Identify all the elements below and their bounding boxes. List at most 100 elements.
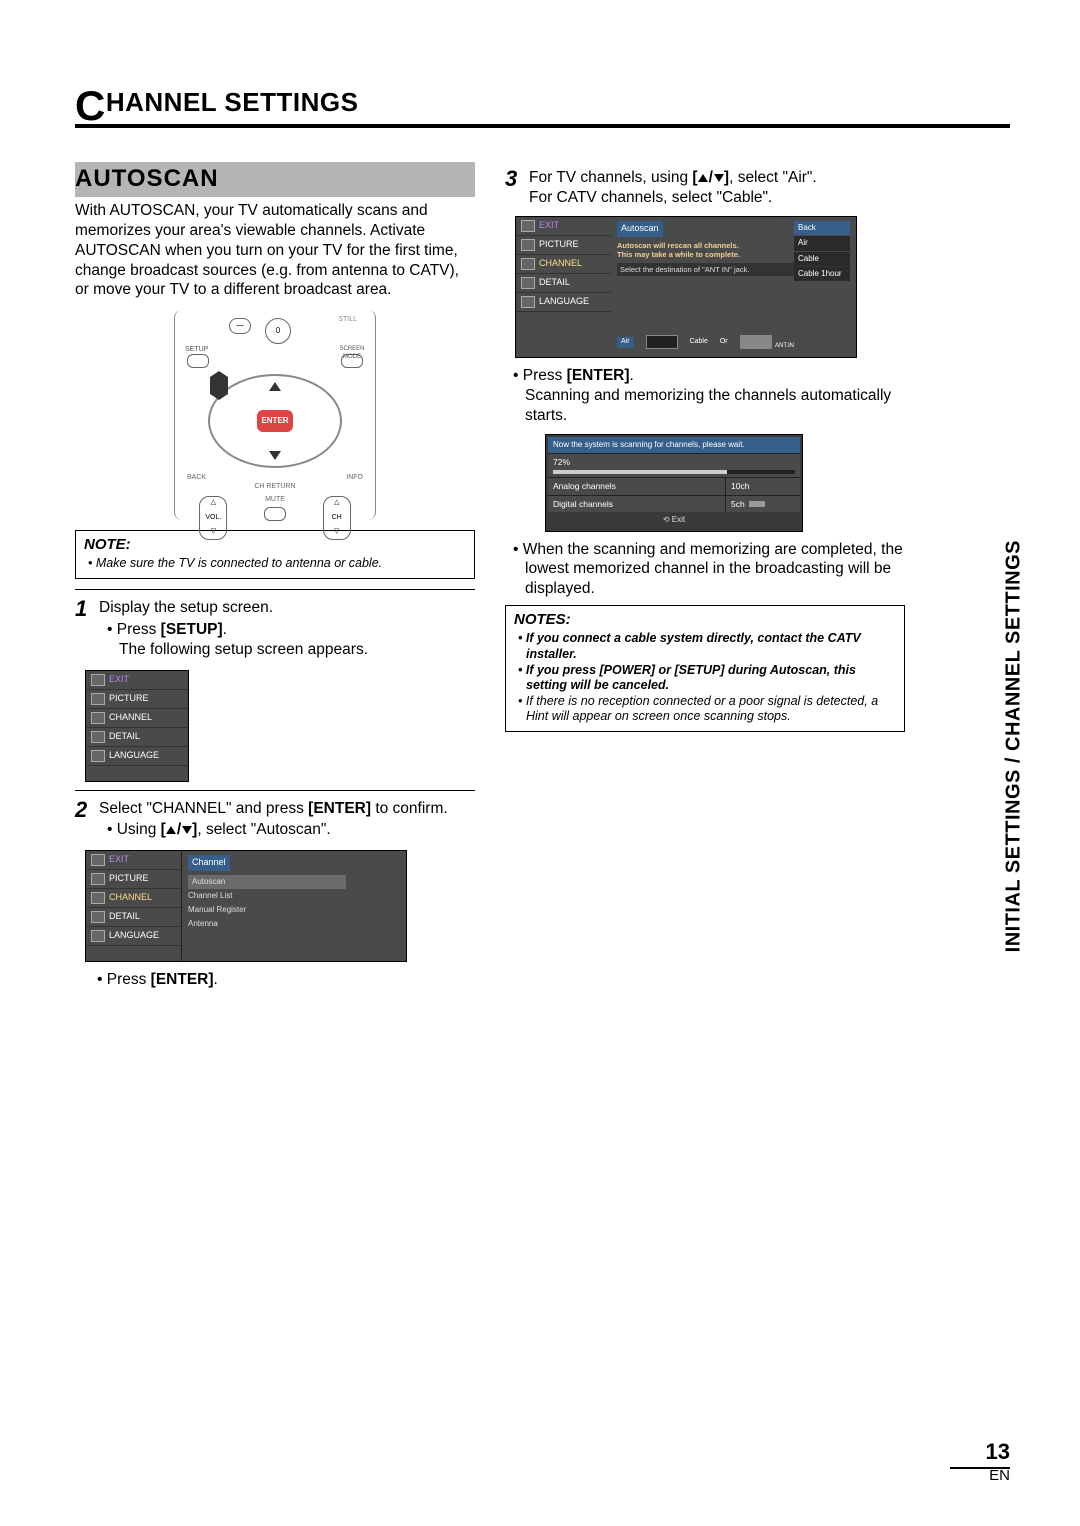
note1-item: Make sure the TV is connected to antenna… — [88, 556, 466, 572]
ant-in-box — [740, 335, 772, 349]
step1-bullet: Press [SETUP]. The following setup scree… — [119, 620, 475, 660]
detail-icon — [91, 731, 105, 743]
remote-digit-0: 0 — [265, 318, 291, 344]
osd-scanning-screen: Now the system is scanning for channels,… — [545, 434, 803, 532]
remote-dash-button: — — [229, 318, 251, 334]
page-footer: 13 EN — [950, 1439, 1010, 1484]
osd-detail: DETAIL — [86, 728, 188, 747]
step3-bullet2: When the scanning and memorizing are com… — [525, 540, 905, 599]
osd-antenna-item: Antenna — [188, 917, 400, 931]
scan-analog-val: 10ch — [725, 478, 800, 495]
signal-bar-icon — [749, 501, 765, 507]
exit-icon — [521, 220, 535, 232]
dpad-up-icon — [269, 382, 281, 391]
remote-diagram: STILL — 0 SETUP SCREEN MODE — [174, 310, 376, 520]
remote-dpad: ENTER — [208, 374, 342, 468]
exit-icon — [91, 854, 105, 866]
down-icon — [182, 826, 192, 834]
page-number: 13 — [986, 1439, 1010, 1464]
language-icon — [91, 930, 105, 942]
step-3-num: 3 — [505, 168, 521, 208]
picture-icon — [91, 693, 105, 705]
note-box-2: NOTES: If you connect a cable system dir… — [505, 605, 905, 732]
remote-ch-rocker: △CH▽ — [323, 496, 351, 540]
autoscan-opt-cable1h: Cable 1hour — [794, 267, 850, 281]
osd-channel-title: Channel — [188, 855, 230, 871]
notes2-item2: If there is no reception connected or a … — [518, 694, 896, 725]
dpad-left-icon — [210, 371, 219, 400]
down-icon — [714, 174, 724, 182]
dpad-right-icon — [219, 371, 228, 400]
channel-icon — [91, 712, 105, 724]
osd-channel: CHANNEL — [86, 709, 188, 728]
step-3: 3 For TV channels, using [/], select "Ai… — [505, 168, 905, 208]
step1-line1: Display the setup screen. — [99, 599, 273, 616]
remote-screenmode-label: SCREEN MODE — [335, 346, 369, 361]
scan-digital-val: 5ch — [725, 496, 800, 513]
left-column: AUTOSCAN With AUTOSCAN, your TV automati… — [75, 162, 475, 992]
picture-icon — [521, 239, 535, 251]
step3-bullet1: Press [ENTER]. Scanning and memorizing t… — [525, 366, 905, 425]
osd-autoscan-screen: EXIT PICTURE CHANNEL DETAIL LANGUAGE Aut… — [515, 216, 857, 358]
osd-manualreg-item: Manual Register — [188, 903, 400, 917]
remote-back-label: BACK — [187, 474, 206, 483]
page-title: CHANNEL SETTINGS — [75, 87, 1010, 128]
notes2-item1: If you press [POWER] or [SETUP] during A… — [518, 663, 896, 694]
step-2-num: 2 — [75, 799, 91, 843]
scan-digital-label: Digital channels — [548, 496, 725, 513]
detail-icon — [521, 277, 535, 289]
remote-enter-button: ENTER — [257, 410, 293, 432]
scan-analog-label: Analog channels — [548, 478, 725, 495]
autoscan-opt-air: Air — [794, 236, 850, 250]
step-1: 1 Display the setup screen. Press [SETUP… — [75, 598, 475, 661]
osd-language: LANGUAGE — [86, 747, 188, 766]
remote-vol-rocker: △VOL.▽ — [199, 496, 227, 540]
remote-mute-label: MUTE — [265, 496, 285, 505]
autoscan-opt-cable: Cable — [794, 252, 850, 266]
osd-autoscan-item: Autoscan — [188, 875, 346, 889]
notes2-title: NOTES: — [514, 610, 896, 629]
detail-icon — [91, 911, 105, 923]
step-2: 2 Select "CHANNEL" and press [ENTER] to … — [75, 799, 475, 843]
remote-info-label: INFO — [346, 474, 363, 483]
step-1-num: 1 — [75, 598, 91, 661]
remote-setup-button — [187, 354, 209, 368]
ant-air-box — [646, 335, 678, 349]
intro-text: With AUTOSCAN, your TV automatically sca… — [75, 201, 475, 300]
scan-msg: Now the system is scanning for channels,… — [548, 437, 800, 453]
step2-line1: Select "CHANNEL" and press [ENTER] to co… — [99, 800, 448, 817]
osd-channellist-item: Channel List — [188, 889, 400, 903]
step2-bullet2: Press [ENTER]. — [109, 970, 475, 990]
title-rest: HANNEL SETTINGS — [106, 87, 359, 117]
section-heading: AUTOSCAN — [75, 162, 475, 197]
remote-setup-label: SETUP — [185, 346, 208, 355]
step2-bullet1: Using [/], select "Autoscan". — [119, 820, 475, 840]
osd-exit: EXIT — [86, 671, 188, 690]
up-icon — [166, 826, 176, 834]
osd-channel-menu: EXIT PICTURE CHANNEL DETAIL LANGUAGE Cha… — [85, 850, 407, 962]
channel-icon — [91, 892, 105, 904]
step3-line2: For CATV channels, select "Cable". — [529, 189, 772, 206]
scan-exit-foot: ⟲ Exit — [548, 512, 800, 528]
picture-icon — [91, 873, 105, 885]
osd-picture: PICTURE — [86, 690, 188, 709]
up-icon — [698, 174, 708, 182]
osd-setup-menu: EXIT PICTURE CHANNEL DETAIL LANGUAGE — [85, 670, 189, 782]
autoscan-ant-row: Air Cable Or ANT.IN — [617, 335, 792, 349]
dpad-down-icon — [269, 451, 281, 460]
remote-chreturn-label: CH RETURN — [181, 483, 369, 492]
title-cap: C — [75, 92, 106, 120]
language-icon — [521, 296, 535, 308]
scan-percent: 72% — [548, 454, 800, 477]
remote-mute-button — [264, 507, 286, 521]
exit-icon — [91, 674, 105, 686]
notes2-item0: If you connect a cable system directly, … — [518, 631, 896, 662]
side-tab-label: INITIAL SETTINGS / CHANNEL SETTINGS — [1002, 540, 1025, 952]
channel-icon — [521, 258, 535, 270]
autoscan-title: Autoscan — [617, 221, 663, 237]
remote-still-label: STILL — [338, 316, 357, 325]
progress-fill — [553, 470, 727, 474]
page-lang: EN — [950, 1467, 1010, 1484]
language-icon — [91, 750, 105, 762]
autoscan-opt-back: Back — [794, 221, 850, 235]
